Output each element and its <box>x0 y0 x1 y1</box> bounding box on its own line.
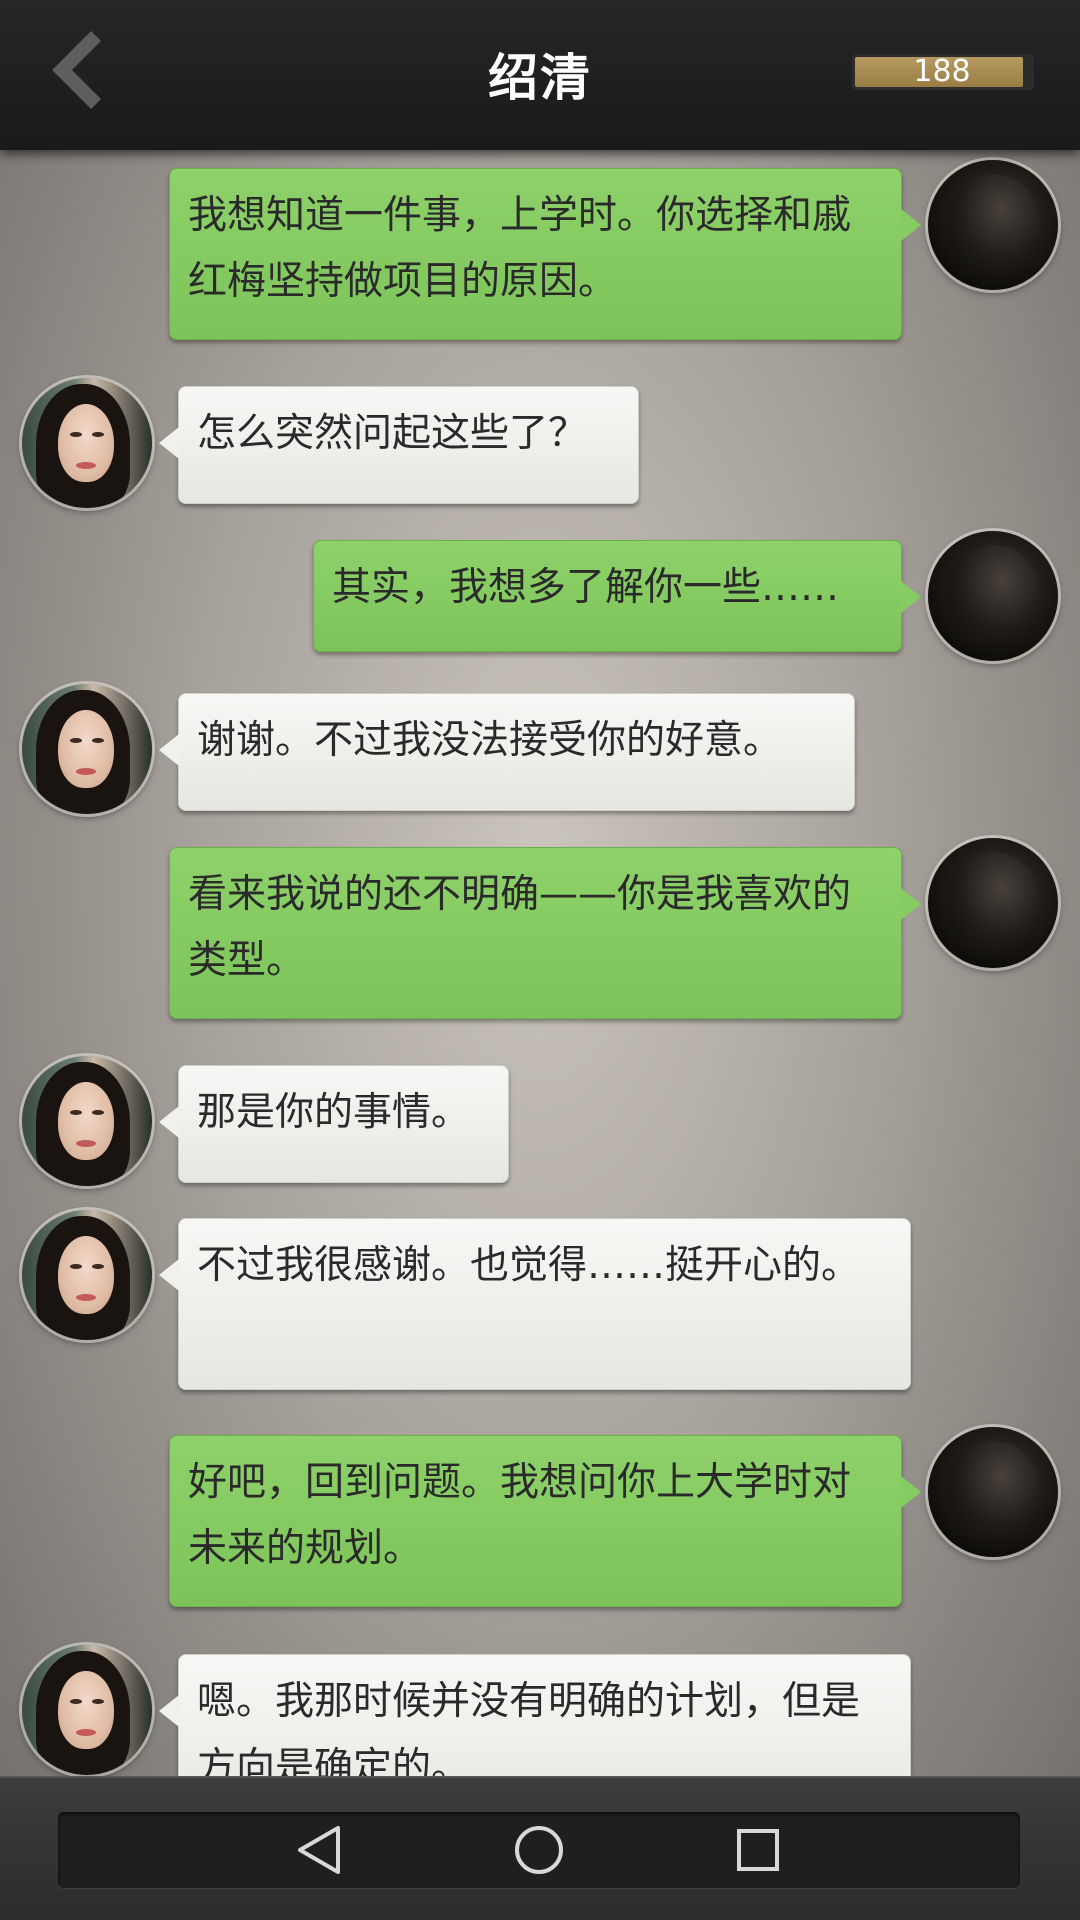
message-bubble-self[interactable]: 我想知道一件事，上学时。你选择和戚红梅坚持做项目的原因。 <box>169 168 921 340</box>
navigation-panel <box>58 1812 1020 1888</box>
square-recents-icon <box>737 1829 779 1871</box>
self-avatar[interactable] <box>928 160 1058 290</box>
contact-avatar[interactable] <box>22 378 152 508</box>
nav-home-button[interactable] <box>479 1812 599 1888</box>
nav-back-button[interactable] <box>260 1812 380 1888</box>
message-bubble-her[interactable]: 谢谢。不过我没法接受你的好意。 <box>159 693 855 811</box>
message-bubble-her[interactable]: 怎么突然问起这些了？ <box>159 386 639 504</box>
message-bubble-her[interactable]: 不过我很感谢。也觉得……挺开心的。 <box>159 1218 911 1390</box>
nav-recents-button[interactable] <box>698 1812 818 1888</box>
message-bubble-her[interactable]: 那是你的事情。 <box>159 1065 509 1183</box>
contact-avatar[interactable] <box>22 1210 152 1340</box>
contact-avatar[interactable] <box>22 1645 152 1775</box>
contact-avatar[interactable] <box>22 1056 152 1186</box>
system-navigation-bar <box>0 1776 1080 1920</box>
message-list[interactable]: 我想知道一件事，上学时。你选择和戚红梅坚持做项目的原因。 怎么突然问起这些了？ … <box>0 150 1080 1776</box>
contact-avatar[interactable] <box>22 684 152 814</box>
message-bubble-self[interactable]: 好吧，回到问题。我想问你上大学时对未来的规划。 <box>169 1435 921 1607</box>
coin-counter: 188 <box>852 54 1034 90</box>
message-bubble-her[interactable]: 嗯。我那时候并没有明确的计划，但是方向是确定的。 <box>159 1654 911 1776</box>
self-avatar[interactable] <box>928 838 1058 968</box>
chat-screen: 绍清 188 我想知道一件事，上学时。你选择和戚红梅坚持做项目的原因。 怎么突然… <box>0 0 1080 1920</box>
circle-home-icon <box>515 1826 563 1874</box>
message-bubble-self[interactable]: 其实，我想多了解你一些…… <box>313 540 921 652</box>
self-avatar[interactable] <box>928 1427 1058 1557</box>
coin-value: 188 <box>913 54 971 89</box>
message-bubble-self[interactable]: 看来我说的还不明确——你是我喜欢的类型。 <box>169 847 921 1019</box>
self-avatar[interactable] <box>928 531 1058 661</box>
header-bar: 绍清 188 <box>0 0 1080 150</box>
triangle-back-icon <box>298 1826 340 1874</box>
